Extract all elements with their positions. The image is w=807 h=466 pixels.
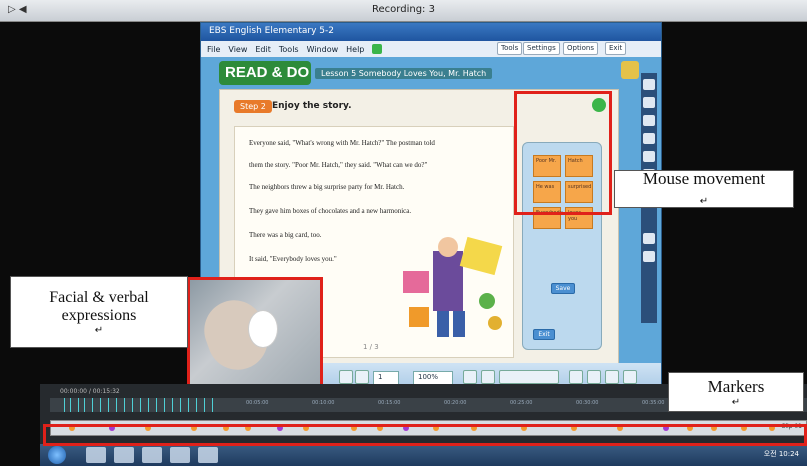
browser-icon[interactable] <box>114 447 134 463</box>
menu-button-exit[interactable]: Exit <box>605 42 627 55</box>
story-line: There was a big card, too. <box>249 231 322 239</box>
timeline-time: 00:25:00 <box>510 400 533 406</box>
markers-callout: Markers ↵ <box>668 372 804 412</box>
zoom-select[interactable]: 100% <box>413 371 453 385</box>
timeline-time: 00:05:00 <box>246 400 269 406</box>
story-line: The neighbors threw a big surprise party… <box>249 183 405 191</box>
menu-item-edit[interactable]: Edit <box>255 45 271 54</box>
read-do-logo: READ & DO <box>219 61 311 85</box>
lesson-unit-title: Lesson 5 Somebody Loves You, Mr. Hatch <box>315 68 493 79</box>
timeline-time: 00:35:00 <box>642 400 665 406</box>
save-button[interactable]: Save <box>551 283 575 294</box>
blurred-face <box>248 310 278 348</box>
close-icon[interactable] <box>623 370 637 384</box>
menu-button-options[interactable]: Options <box>563 42 599 55</box>
text-icon[interactable] <box>643 151 655 162</box>
menu-item-tools[interactable]: Tools <box>279 45 299 54</box>
line-icon[interactable] <box>643 251 655 262</box>
recorder-title: Recording: 3 <box>372 4 435 15</box>
menu-button-tools[interactable]: Tools <box>497 42 523 55</box>
eraser-icon[interactable] <box>643 115 655 126</box>
lesson-header: READ & DO Lesson 5 Somebody Loves You, M… <box>219 59 639 87</box>
facial-expressions-callout: Facial & verbal expressions ↵ <box>10 276 188 348</box>
pen-tool-icon[interactable] <box>463 370 477 384</box>
windows-taskbar: 오전 10:24 <box>40 444 807 466</box>
save-icon[interactable] <box>372 44 383 54</box>
prev-page-icon[interactable] <box>339 370 353 384</box>
story-line: them the story. "Poor Mr. Hatch," they s… <box>249 161 428 169</box>
menu-item-file[interactable]: File <box>207 45 220 54</box>
undo-icon[interactable] <box>643 233 655 244</box>
image-icon[interactable] <box>481 370 495 384</box>
webcam-feed <box>187 277 323 401</box>
exit-button[interactable]: Exit <box>533 329 555 340</box>
media-icon[interactable] <box>198 447 218 463</box>
menu-button-settings[interactable]: Settings <box>523 42 560 55</box>
page-indicator: 1 / 3 <box>363 343 379 351</box>
recorder-icon[interactable] <box>170 447 190 463</box>
recorder-window: ▷ ◀ Recording: 3 EBS English Elementary … <box>0 0 807 466</box>
app-title: EBS English Elementary 5-2 <box>201 23 661 41</box>
mouse-movement-highlight <box>514 91 612 215</box>
markers-highlight <box>43 424 807 446</box>
story-line: Everyone said, "What's wrong with Mr. Ha… <box>249 139 435 147</box>
menu-item-window[interactable]: Window <box>307 45 339 54</box>
app-icon[interactable] <box>142 447 162 463</box>
shape-icon[interactable] <box>643 133 655 144</box>
timeline-time: 00:30:00 <box>576 400 599 406</box>
menu-item-view[interactable]: View <box>228 45 247 54</box>
app-menubar: File View Edit Tools Window Help Tools S… <box>201 41 661 57</box>
step-title: Enjoy the story. <box>272 101 352 111</box>
timeline-time: 00:20:00 <box>444 400 467 406</box>
explorer-icon[interactable] <box>86 447 106 463</box>
page-select[interactable]: 1 <box>373 371 399 385</box>
menu-item-help[interactable]: Help <box>346 45 364 54</box>
timeline-time: 00:15:00 <box>378 400 401 406</box>
next-page-icon[interactable] <box>355 370 369 384</box>
print-icon[interactable] <box>605 370 619 384</box>
step-badge: Step 2 <box>234 100 272 113</box>
timeline-time: 00:10:00 <box>312 400 335 406</box>
timeline-header: 00:00:00 / 00:15:32 <box>60 388 120 395</box>
fullscreen-icon[interactable] <box>587 370 601 384</box>
mouse-movement-callout: Mouse movement ↵ <box>614 169 794 208</box>
home-icon[interactable] <box>621 61 639 79</box>
highlighter-icon[interactable] <box>643 97 655 108</box>
recorder-titlebar: ▷ ◀ Recording: 3 <box>0 0 807 22</box>
system-tray-clock: 오전 10:24 <box>763 450 799 458</box>
story-line: They gave him boxes of chocolates and a … <box>249 207 412 215</box>
story-illustration <box>403 236 503 337</box>
story-line: It said, "Everybody loves you." <box>249 255 337 263</box>
search-icon[interactable] <box>569 370 583 384</box>
volume-slider[interactable] <box>499 370 559 384</box>
start-button-icon[interactable] <box>48 446 66 464</box>
pen-icon[interactable] <box>643 79 655 90</box>
